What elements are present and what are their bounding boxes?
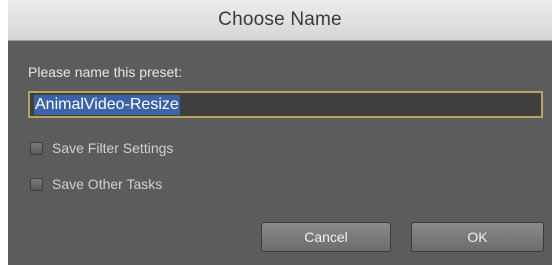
choose-name-dialog: Choose Name Please name this preset: Ani… <box>8 0 552 265</box>
ok-button[interactable]: OK <box>411 222 544 252</box>
title-bar[interactable]: Choose Name <box>8 0 552 41</box>
save-filter-settings-option[interactable]: Save Filter Settings <box>30 140 173 156</box>
save-other-tasks-checkbox[interactable] <box>30 177 43 191</box>
preset-name-input[interactable]: AnimalVideo-Resize <box>28 91 543 118</box>
dialog-title: Choose Name <box>218 9 342 30</box>
save-other-tasks-option[interactable]: Save Other Tasks <box>30 176 162 192</box>
save-other-tasks-label: Save Other Tasks <box>52 176 163 192</box>
save-filter-settings-label: Save Filter Settings <box>52 140 174 156</box>
save-filter-settings-checkbox[interactable] <box>30 141 43 155</box>
preset-name-value: AnimalVideo-Resize <box>34 94 180 115</box>
cancel-button[interactable]: Cancel <box>261 222 391 252</box>
preset-name-prompt: Please name this preset: <box>28 64 183 80</box>
